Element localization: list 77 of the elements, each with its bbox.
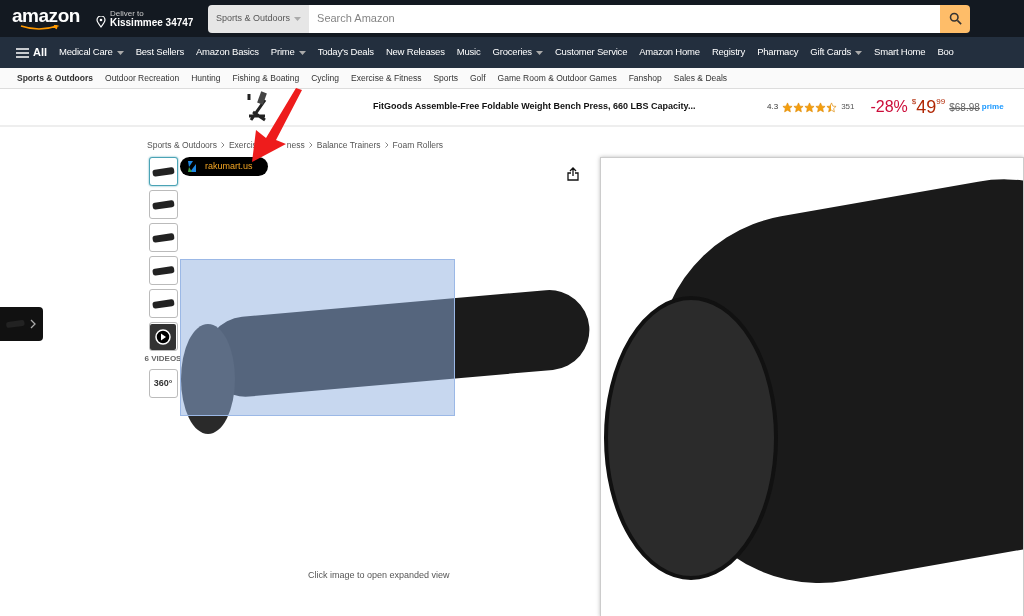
chevron-right-icon [30, 319, 36, 329]
360-view-thumbnail[interactable]: 360° [148, 369, 178, 398]
chevron-icon [384, 142, 389, 148]
foam-roller-icon [150, 296, 176, 311]
category-link[interactable]: Sales & Deals [673, 71, 728, 85]
category-link[interactable]: Cycling [311, 71, 340, 85]
breadcrumb-link[interactable]: ness [286, 138, 305, 152]
nav-link[interactable]: Gift Cards [810, 45, 863, 60]
rating-value: 4.3 [767, 101, 779, 113]
sponsored-product-title[interactable]: FitGoods Assemble-Free Foldable Weight Bench Press, 660 LBS Capacity... [373, 100, 703, 114]
foam-roller-icon [150, 230, 176, 245]
category-link[interactable]: Sports & Outdoors [17, 71, 94, 85]
nav-link[interactable]: Amazon Basics [195, 45, 259, 60]
menu-icon [16, 47, 29, 58]
deliver-label: Deliver to [110, 9, 145, 18]
star-icon [793, 101, 805, 113]
amazon-logo[interactable]: amazon [12, 6, 80, 25]
star-icon [782, 101, 794, 113]
play-icon [150, 323, 176, 350]
category-link[interactable]: Fishing & Boating [232, 71, 300, 85]
nav-link[interactable]: Today's Deals [317, 45, 374, 60]
foam-roller-icon [150, 164, 176, 179]
nav-link[interactable]: Customer Service [554, 45, 628, 60]
nav-link[interactable]: Music [456, 45, 481, 60]
nav-link[interactable]: Boo [937, 45, 954, 60]
nav-link[interactable]: Registry [711, 45, 746, 60]
category-dropdown[interactable]: Sports & Outdoors [208, 4, 310, 33]
nav-link[interactable]: Groceries [492, 45, 543, 60]
foam-roller-icon [150, 263, 176, 278]
expand-hint: Click image to open expanded view [308, 569, 450, 582]
chevron-icon [220, 142, 225, 148]
product-thumbnail[interactable] [148, 190, 178, 219]
logo-icon [188, 161, 197, 172]
review-count[interactable]: 351 [841, 101, 855, 113]
product-thumbnail[interactable] [148, 157, 178, 186]
half-star-icon [826, 101, 838, 113]
category-link[interactable]: Game Room & Outdoor Games [497, 71, 617, 85]
nav-link[interactable]: Prime [270, 45, 306, 60]
category-link[interactable]: Exercise & Fitness [351, 71, 422, 85]
share-button[interactable] [567, 167, 579, 181]
share-icon [567, 167, 579, 181]
nav-link[interactable]: Smart Home [874, 45, 926, 60]
category-link[interactable]: Sports [433, 71, 458, 85]
category-link[interactable]: Outdoor Recreation [105, 71, 180, 85]
videos-caption: 6 VIDEOS [144, 353, 182, 365]
nav-link[interactable]: Pharmacy [757, 45, 799, 60]
product-thumbnail[interactable] [148, 223, 178, 252]
chevron-icon [308, 142, 313, 148]
video-thumbnail[interactable] [148, 322, 178, 351]
caret-icon [294, 16, 302, 21]
category-link[interactable]: Fanshop [628, 71, 662, 85]
search-icon [947, 11, 963, 26]
breadcrumb-link[interactable]: Sports & Outdoors [147, 138, 217, 152]
breadcrumb-link[interactable]: Foam Rollers [392, 138, 444, 152]
product-thumbnail[interactable] [148, 289, 178, 318]
discount-percent: -28% [870, 97, 908, 117]
list-price: $68.98 [949, 100, 980, 115]
category-link[interactable]: Hunting [191, 71, 221, 85]
breadcrumb-link[interactable]: Balance Trainers [316, 138, 381, 152]
nav-link[interactable]: Medical Care [59, 45, 124, 60]
nav-link[interactable]: Amazon Home [639, 45, 700, 60]
location-pin-icon [96, 15, 106, 28]
prime-logo: prime [981, 101, 1004, 113]
badge[interactable]: rakumart.us [180, 157, 268, 176]
all-menu-button[interactable]: All [16, 44, 48, 61]
product-thumbnail[interactable] [148, 256, 178, 285]
search-field[interactable]: Search Amazon [309, 4, 940, 33]
360-label: 360° [153, 376, 173, 390]
deliver-location[interactable]: Kissimmee 34747 [110, 17, 194, 28]
nav-link[interactable]: Best Sellers [135, 45, 184, 60]
star-icon [815, 101, 827, 113]
star-icon [804, 101, 816, 113]
search-button[interactable] [940, 4, 970, 33]
smile-arrow-icon [20, 25, 60, 31]
category-link[interactable]: Golf [470, 71, 486, 85]
nav-link[interactable]: New Releases [385, 45, 445, 60]
foam-roller-icon [150, 197, 176, 212]
